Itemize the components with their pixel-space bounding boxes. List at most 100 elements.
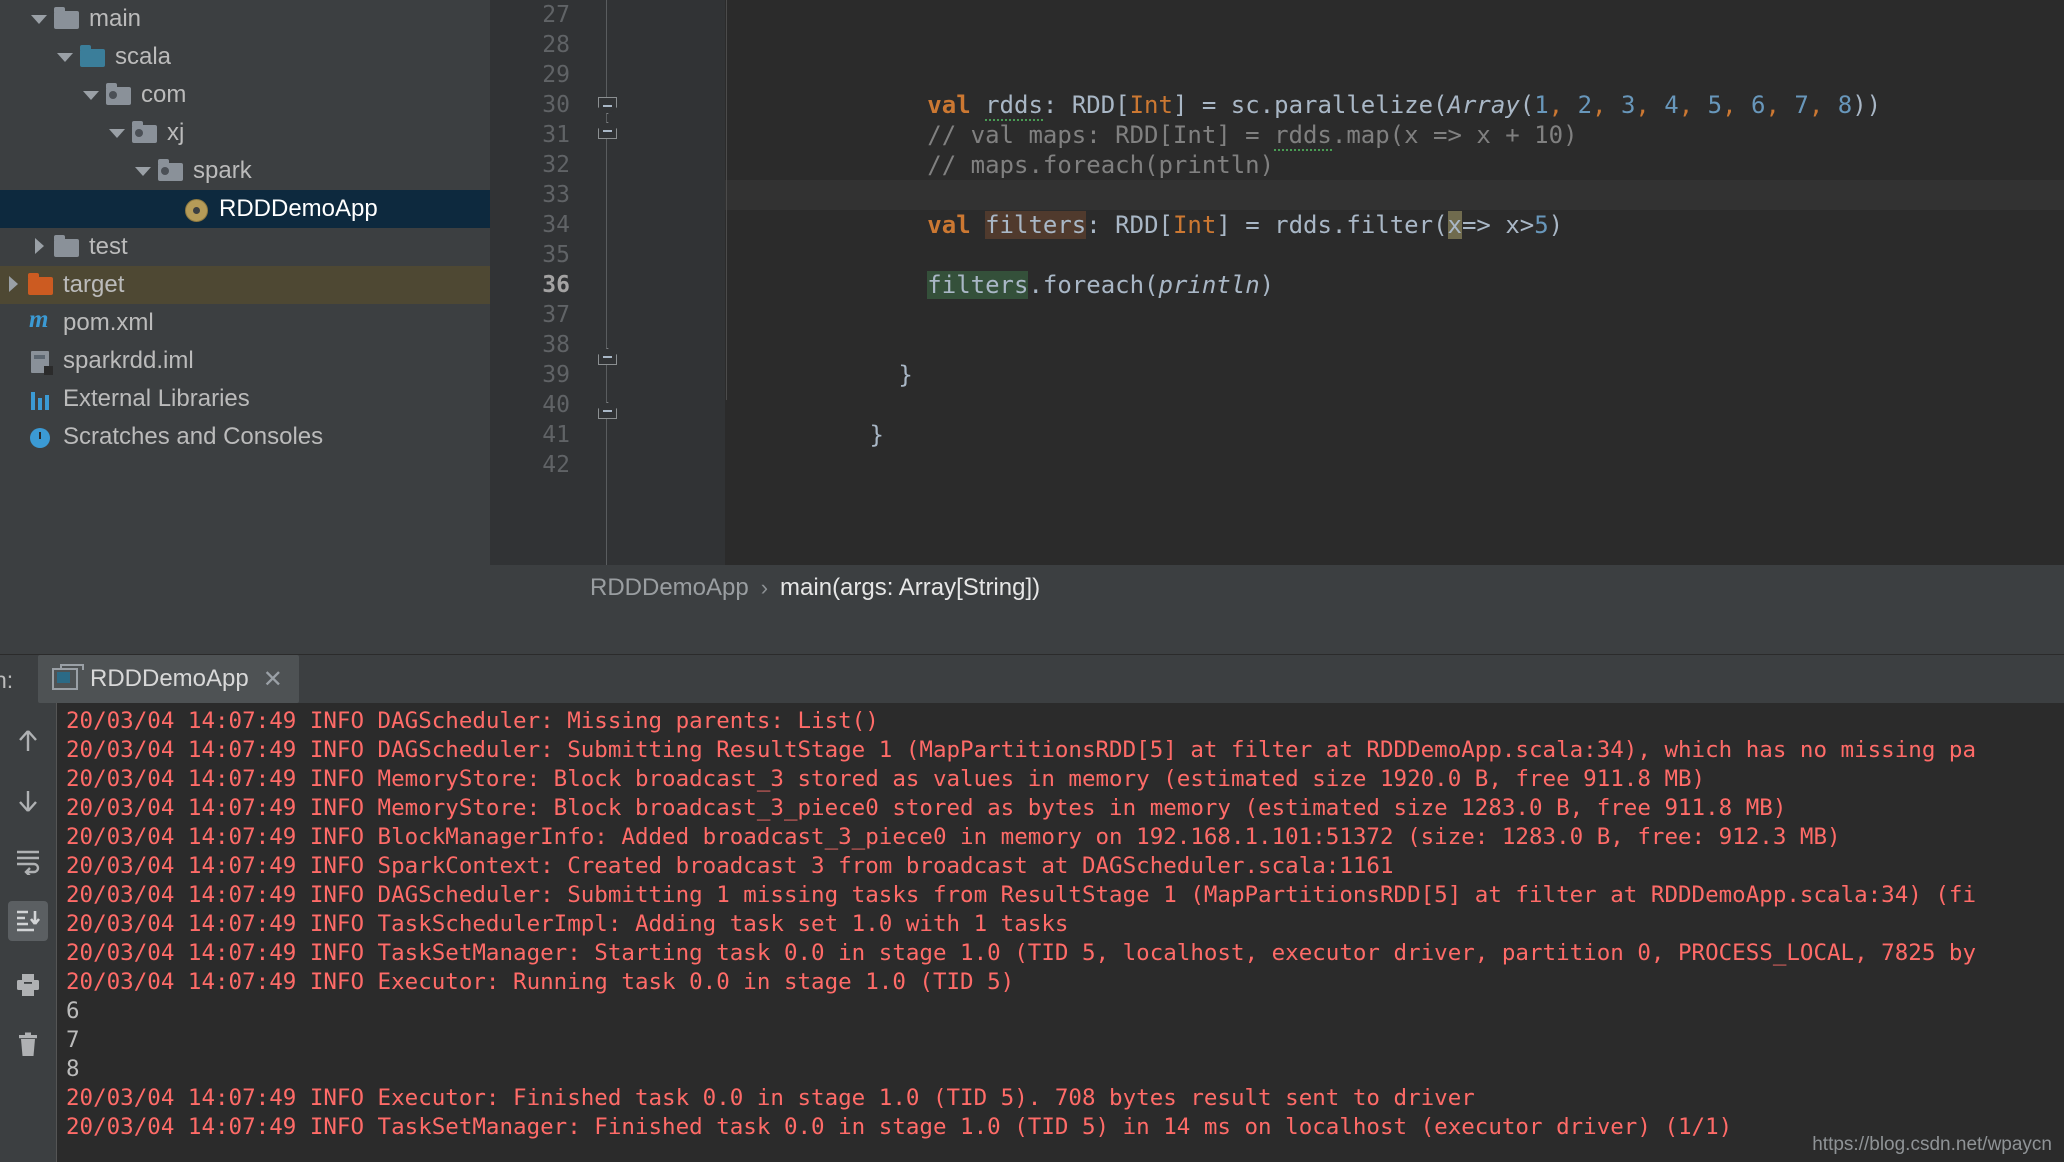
- chevron-down-icon[interactable]: [130, 164, 156, 179]
- tree-item-spark[interactable]: spark: [0, 152, 490, 190]
- print-icon[interactable]: [8, 965, 48, 1005]
- console-program-output-line: 7: [66, 1027, 80, 1053]
- tree-item-label: pom.xml: [63, 309, 154, 336]
- array-value-7: 7: [1794, 91, 1809, 119]
- console-log-line: 20/03/04 14:07:49 INFO SparkContext: Cre…: [66, 853, 1394, 879]
- chevron-down-icon[interactable]: [26, 12, 52, 27]
- tree-item-scratches-and-consoles[interactable]: Scratches and Consoles: [0, 418, 490, 456]
- identifier-filters-usage: filters: [927, 271, 1029, 299]
- console-log-line: 20/03/04 14:07:49 INFO DAGScheduler: Mis…: [66, 708, 879, 734]
- tree-item-com[interactable]: com: [0, 76, 490, 114]
- tree-item-pom-xml[interactable]: m pom.xml: [0, 304, 490, 342]
- maven-m-icon: m: [29, 306, 49, 333]
- identifier-filters-declaration: filters: [985, 211, 1087, 239]
- down-arrow-icon[interactable]: [8, 781, 48, 821]
- method-close-brace: }: [898, 361, 913, 389]
- tree-item-scala[interactable]: scala: [0, 38, 490, 76]
- comment-part-c: .map(x => x + 10): [1331, 121, 1578, 149]
- folder-package-icon: [104, 82, 134, 108]
- tree-item-main[interactable]: main: [0, 0, 490, 38]
- tree-item-sparkrdd-iml[interactable]: sparkrdd.iml: [0, 342, 490, 380]
- run-tabbar: n: RDDDemoApp ✕: [0, 655, 2064, 703]
- line-number-30: 30: [542, 92, 570, 118]
- code-line-34[interactable]: val filters: RDD[Int] = rdds.filter(x=> …: [725, 180, 1563, 239]
- comment-foreach: // maps.foreach(println): [927, 151, 1275, 179]
- line-number-28: 28: [542, 32, 570, 58]
- code-line-32[interactable]: // maps.foreach(println): [725, 120, 1274, 179]
- breadcrumb-separator-icon: ›: [760, 574, 769, 600]
- iml-file-icon: [26, 348, 56, 375]
- chevron-down-icon[interactable]: [52, 50, 78, 65]
- tree-item-external-libraries[interactable]: External Libraries: [0, 380, 490, 418]
- close-paren: ): [1548, 211, 1564, 239]
- array-value-8: 8: [1837, 91, 1853, 119]
- idea-window: main scala com xj spark RDDDemoApp test target m…: [0, 0, 2064, 1162]
- class-close-brace: }: [869, 421, 884, 449]
- line-number-40: 40: [542, 392, 570, 418]
- tree-item-xj[interactable]: xj: [0, 114, 490, 152]
- tree-item-label: com: [141, 81, 187, 108]
- chevron-right-icon[interactable]: [0, 275, 26, 295]
- run-tab-rdddemoapp[interactable]: RDDDemoApp ✕: [38, 655, 299, 703]
- soft-wrap-icon[interactable]: [8, 841, 48, 881]
- code-line-41[interactable]: }: [725, 390, 884, 449]
- console-log-line: 20/03/04 14:07:49 INFO MemoryStore: Bloc…: [66, 766, 1706, 792]
- project-tree-panel[interactable]: main scala com xj spark RDDDemoApp test target m…: [0, 0, 490, 655]
- chevron-down-icon[interactable]: [78, 88, 104, 103]
- console-output[interactable]: 20/03/04 14:07:49 INFO DAGScheduler: Mis…: [56, 703, 2064, 1162]
- comma: ,: [1765, 91, 1795, 119]
- lambda-arrow: => x>: [1461, 211, 1535, 239]
- tree-item-label: sparkrdd.iml: [63, 347, 194, 374]
- folder-gray-icon: [52, 234, 82, 260]
- breadcrumb-method[interactable]: main(args: Array[String]): [780, 574, 1040, 602]
- console-toolbar[interactable]: [0, 703, 56, 1162]
- comma: ,: [1678, 91, 1708, 119]
- code-text[interactable]: val rdds: RDD[Int] = sc.parallelize(Arra…: [725, 0, 2064, 610]
- comma: ,: [1635, 91, 1665, 119]
- close-icon[interactable]: ✕: [263, 665, 283, 694]
- breadcrumb-class[interactable]: RDDDemoApp: [590, 574, 749, 602]
- code-line-39[interactable]: }: [725, 330, 912, 389]
- console-log-line: 20/03/04 14:07:49 INFO TaskSetManager: S…: [66, 940, 1977, 966]
- scala-object-icon: [182, 196, 212, 222]
- array-value-4: 4: [1664, 91, 1679, 119]
- trash-icon[interactable]: [8, 1025, 48, 1065]
- run-tool-window: n: RDDDemoApp ✕ 20/03/04 14:07:49 INFO D…: [0, 655, 2064, 1162]
- code-line-30[interactable]: val rdds: RDD[Int] = sc.parallelize(Arra…: [725, 60, 1881, 121]
- array-value-3: 3: [1620, 91, 1636, 119]
- literal-5: 5: [1534, 211, 1549, 239]
- array-value-6: 6: [1751, 91, 1766, 119]
- rdd-close: ] =: [1216, 211, 1275, 239]
- chevron-right-icon[interactable]: [26, 237, 52, 257]
- folder-blue-icon: [78, 44, 108, 70]
- tree-item-rdddemoapp[interactable]: RDDDemoApp: [0, 190, 490, 228]
- tree-item-target[interactable]: target: [0, 266, 490, 304]
- scroll-to-end-icon[interactable]: [8, 901, 48, 941]
- code-line-31[interactable]: // val maps: RDD[Int] = rdds.map(x => x …: [725, 90, 1578, 151]
- line-number-37: 37: [542, 302, 570, 328]
- chevron-down-icon[interactable]: [104, 126, 130, 141]
- console-log-line: 20/03/04 14:07:49 INFO Executor: Running…: [66, 969, 1015, 995]
- code-line-36[interactable]: filters.foreach(println): [725, 240, 1274, 299]
- scratches-icon: [26, 424, 56, 450]
- breadcrumb[interactable]: RDDDemoApp › main(args: Array[String]): [490, 565, 2064, 610]
- tree-item-test[interactable]: test: [0, 228, 490, 266]
- array-value-2: 2: [1577, 91, 1593, 119]
- console-log-line: 20/03/04 14:07:49 INFO MemoryStore: Bloc…: [66, 795, 1787, 821]
- run-window-label: n:: [0, 667, 14, 693]
- line-number-36: 36: [542, 272, 570, 298]
- rdds-filter-call: rdds.filter(: [1274, 211, 1448, 239]
- editor-gutter[interactable]: 27 28 29 30 31 32 33 34 35 36 37 38 39 40 41 42: [490, 0, 725, 610]
- rdd-open: RDD[: [1115, 211, 1173, 239]
- code-editor[interactable]: 27 28 29 30 31 32 33 34 35 36 37 38 39 40 41 42 val rdd…: [490, 0, 2064, 655]
- top-area: main scala com xj spark RDDDemoApp test target m…: [0, 0, 2064, 655]
- foreach-call: .foreach(: [1028, 271, 1159, 299]
- comment-identifier-rdds: rdds: [1274, 121, 1332, 151]
- up-arrow-icon[interactable]: [8, 721, 48, 761]
- console-log-line: 20/03/04 14:07:49 INFO DAGScheduler: Sub…: [66, 737, 1977, 763]
- comma: ,: [1808, 91, 1838, 119]
